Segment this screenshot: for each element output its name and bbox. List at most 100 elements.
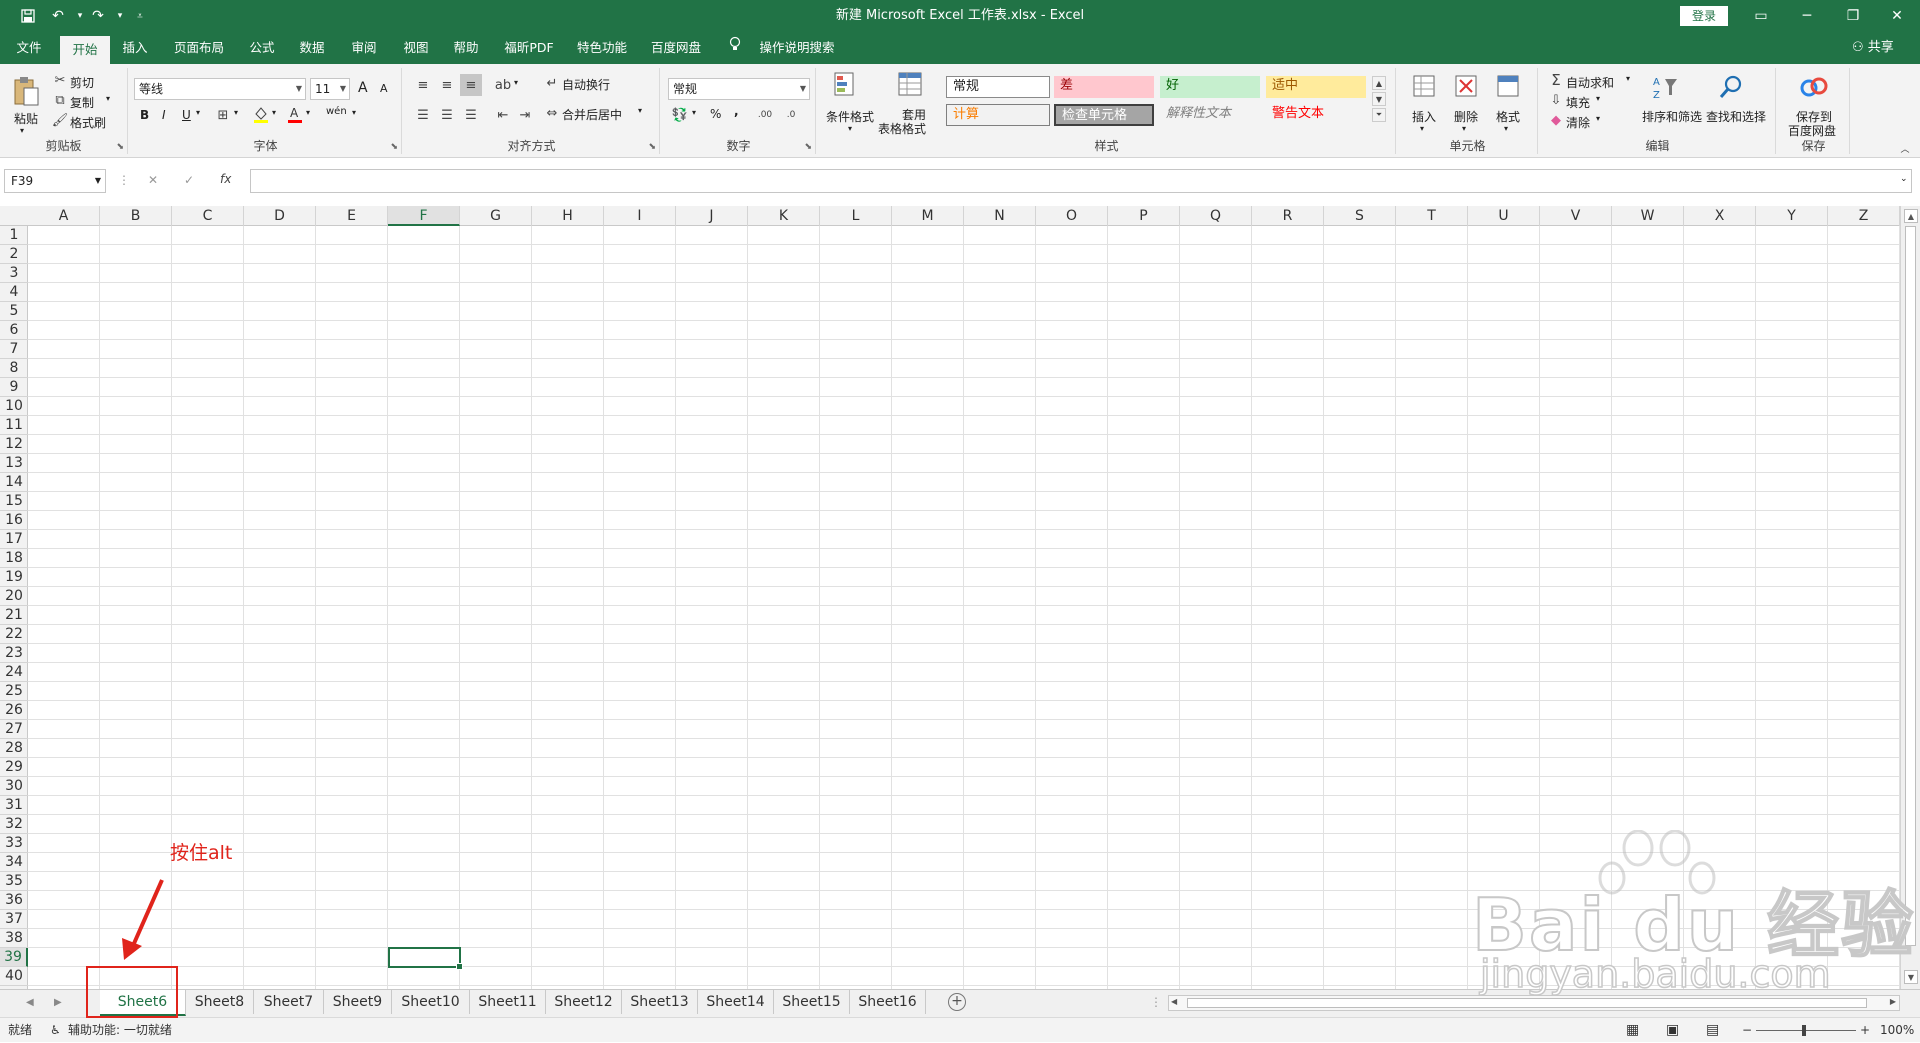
phonetic-dropdown-icon[interactable]: ▾ bbox=[352, 108, 356, 117]
column-header-u[interactable]: U bbox=[1468, 206, 1540, 226]
tab-view[interactable]: 视图 bbox=[394, 32, 438, 64]
format-dropdown-icon[interactable]: ▾ bbox=[1504, 124, 1508, 133]
row-header-8[interactable]: 8 bbox=[0, 359, 28, 378]
row-header-25[interactable]: 25 bbox=[0, 682, 28, 701]
column-header-q[interactable]: Q bbox=[1180, 206, 1252, 226]
sheet-tab-sheet7[interactable]: Sheet7 bbox=[254, 990, 324, 1014]
row-header-26[interactable]: 26 bbox=[0, 701, 28, 720]
style-neutral[interactable]: 适中 bbox=[1266, 76, 1366, 98]
font-color-icon[interactable]: A bbox=[286, 104, 304, 124]
next-sheet-icon[interactable]: ▶ bbox=[54, 990, 62, 1016]
scroll-up-icon[interactable]: ▲ bbox=[1904, 209, 1918, 223]
row-header-19[interactable]: 19 bbox=[0, 568, 28, 587]
row-header-12[interactable]: 12 bbox=[0, 435, 28, 454]
tell-me-search[interactable]: 操作说明搜索 bbox=[752, 32, 842, 64]
styles-scroll-down-icon[interactable]: ▼ bbox=[1372, 92, 1386, 106]
format-as-table-line2[interactable]: 表格格式 bbox=[878, 120, 926, 137]
style-calculation[interactable]: 计算 bbox=[946, 104, 1050, 126]
shrink-font-button[interactable]: A bbox=[380, 82, 388, 95]
page-layout-view-icon[interactable]: ▣ bbox=[1666, 1018, 1679, 1043]
column-header-p[interactable]: P bbox=[1108, 206, 1180, 226]
prev-sheet-icon[interactable]: ◀ bbox=[26, 990, 34, 1016]
column-header-m[interactable]: M bbox=[892, 206, 964, 226]
sheet-tab-sheet12[interactable]: Sheet12 bbox=[546, 990, 622, 1014]
normal-view-icon[interactable]: ▦ bbox=[1626, 1018, 1639, 1043]
autosum-button[interactable]: 自动求和 bbox=[1566, 74, 1614, 91]
login-button[interactable]: 登录 bbox=[1680, 6, 1728, 26]
orientation-dropdown-icon[interactable]: ▾ bbox=[514, 78, 518, 87]
sheet-tab-sheet13[interactable]: Sheet13 bbox=[622, 990, 698, 1014]
sheet-tab-sheet14[interactable]: Sheet14 bbox=[698, 990, 774, 1014]
row-header-1[interactable]: 1 bbox=[0, 226, 28, 245]
minimize-icon[interactable]: ─ bbox=[1784, 0, 1830, 32]
insert-function-icon[interactable]: fx bbox=[220, 172, 231, 186]
font-size-select[interactable]: 11 ▼ bbox=[310, 78, 350, 100]
column-header-w[interactable]: W bbox=[1612, 206, 1684, 226]
merge-center-button[interactable]: 合并后居中 bbox=[562, 106, 622, 123]
row-header-24[interactable]: 24 bbox=[0, 663, 28, 682]
fill-dropdown-icon[interactable]: ▾ bbox=[1596, 94, 1600, 103]
row-header-17[interactable]: 17 bbox=[0, 530, 28, 549]
row-header-27[interactable]: 27 bbox=[0, 720, 28, 739]
row-header-21[interactable]: 21 bbox=[0, 606, 28, 625]
row-header-36[interactable]: 36 bbox=[0, 891, 28, 910]
column-header-d[interactable]: D bbox=[244, 206, 316, 226]
number-launcher-icon[interactable]: ⬊ bbox=[804, 142, 812, 152]
row-header-40[interactable]: 40 bbox=[0, 967, 28, 986]
delete-dropdown-icon[interactable]: ▾ bbox=[1462, 124, 1466, 133]
sheet-tab-sheet16[interactable]: Sheet16 bbox=[850, 990, 926, 1014]
zoom-out-icon[interactable]: − bbox=[1742, 1018, 1752, 1043]
increase-indent-icon[interactable]: ⇥ bbox=[516, 106, 534, 124]
tab-file[interactable]: 文件 bbox=[6, 32, 52, 64]
font-launcher-icon[interactable]: ⬊ bbox=[390, 142, 398, 152]
find-select-button[interactable]: 查找和选择 bbox=[1706, 108, 1766, 125]
style-good[interactable]: 好 bbox=[1160, 76, 1260, 98]
underline-dropdown-icon[interactable]: ▾ bbox=[196, 108, 200, 117]
alignment-launcher-icon[interactable]: ⬊ bbox=[648, 142, 656, 152]
tab-review[interactable]: 审阅 bbox=[342, 32, 386, 64]
cut-button[interactable]: 剪切 bbox=[70, 74, 94, 91]
page-break-view-icon[interactable]: ▤ bbox=[1706, 1018, 1719, 1043]
column-header-t[interactable]: T bbox=[1396, 206, 1468, 226]
row-header-5[interactable]: 5 bbox=[0, 302, 28, 321]
tab-home[interactable]: 开始 bbox=[60, 36, 110, 64]
column-header-l[interactable]: L bbox=[820, 206, 892, 226]
currency-dropdown-icon[interactable]: ▾ bbox=[692, 108, 696, 117]
style-warning[interactable]: 警告文本 bbox=[1266, 104, 1366, 126]
fill-button[interactable]: 填充 bbox=[1566, 94, 1590, 111]
copy-dropdown-icon[interactable]: ▾ bbox=[106, 94, 110, 103]
row-header-35[interactable]: 35 bbox=[0, 872, 28, 891]
format-cells-button[interactable]: 格式 bbox=[1496, 108, 1520, 125]
row-header-29[interactable]: 29 bbox=[0, 758, 28, 777]
vertical-scroll-thumb[interactable] bbox=[1905, 226, 1916, 946]
style-bad[interactable]: 差 bbox=[1054, 76, 1154, 98]
sheet-tab-sheet11[interactable]: Sheet11 bbox=[470, 990, 546, 1014]
row-header-34[interactable]: 34 bbox=[0, 853, 28, 872]
column-header-r[interactable]: R bbox=[1252, 206, 1324, 226]
number-format-select[interactable]: 常规 ▼ bbox=[668, 78, 810, 100]
align-right-icon[interactable]: ☰ bbox=[462, 106, 480, 124]
column-header-o[interactable]: O bbox=[1036, 206, 1108, 226]
row-header-37[interactable]: 37 bbox=[0, 910, 28, 929]
style-normal[interactable]: 常规 bbox=[946, 76, 1050, 98]
cancel-icon[interactable]: ✕ bbox=[148, 173, 158, 187]
save-to-line2[interactable]: 百度网盘 bbox=[1788, 122, 1836, 139]
orientation-icon[interactable]: ab bbox=[494, 76, 512, 94]
row-header-22[interactable]: 22 bbox=[0, 625, 28, 644]
column-header-x[interactable]: X bbox=[1684, 206, 1756, 226]
tab-split-icon[interactable]: ⋮ bbox=[1150, 995, 1162, 1009]
increase-decimal-icon[interactable]: .00 bbox=[754, 106, 776, 124]
sheet-tab-sheet9[interactable]: Sheet9 bbox=[324, 990, 392, 1014]
row-header-31[interactable]: 31 bbox=[0, 796, 28, 815]
row-header-32[interactable]: 32 bbox=[0, 815, 28, 834]
insert-dropdown-icon[interactable]: ▾ bbox=[1420, 124, 1424, 133]
baidu-netdisk-icon[interactable] bbox=[1798, 72, 1830, 102]
zoom-slider[interactable] bbox=[1756, 1030, 1856, 1031]
format-cells-icon[interactable] bbox=[1494, 72, 1522, 100]
tab-special-features[interactable]: 特色功能 bbox=[570, 32, 634, 64]
align-left-icon[interactable]: ☰ bbox=[414, 106, 432, 124]
row-header-14[interactable]: 14 bbox=[0, 473, 28, 492]
delete-cells-button[interactable]: 删除 bbox=[1454, 108, 1478, 125]
row-header-16[interactable]: 16 bbox=[0, 511, 28, 530]
row-header-23[interactable]: 23 bbox=[0, 644, 28, 663]
